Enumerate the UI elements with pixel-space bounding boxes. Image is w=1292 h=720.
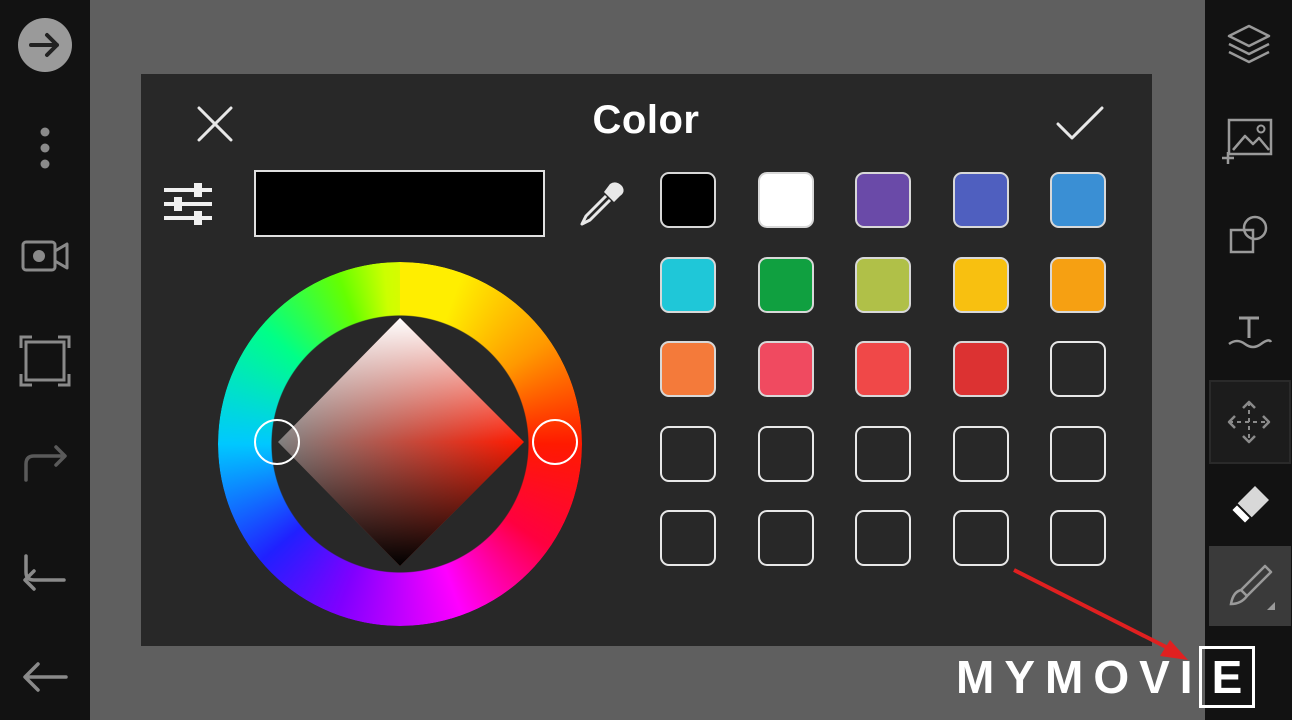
layers-icon[interactable]: [1223, 20, 1275, 72]
empty-swatch[interactable]: [1050, 510, 1106, 566]
color-wheel[interactable]: [218, 262, 582, 626]
color-swatch[interactable]: [757, 256, 814, 313]
empty-swatch[interactable]: [855, 510, 911, 566]
eraser-icon[interactable]: [1223, 480, 1275, 532]
arrow-right-circle-icon[interactable]: [16, 16, 74, 74]
back-arrow-icon[interactable]: [18, 652, 72, 702]
color-swatch[interactable]: [855, 172, 911, 228]
empty-swatch[interactable]: [1050, 425, 1106, 482]
confirm-check-icon[interactable]: [1054, 102, 1106, 146]
watermark-text: MYMOVI: [956, 651, 1203, 703]
color-swatch[interactable]: [1050, 172, 1106, 228]
move-icon[interactable]: [1223, 396, 1275, 448]
color-swatch[interactable]: [757, 341, 814, 397]
empty-swatch[interactable]: [660, 425, 716, 482]
color-swatch[interactable]: [660, 341, 716, 397]
brush-icon[interactable]: [1221, 558, 1279, 616]
saturation-value-diamond[interactable]: [218, 262, 582, 626]
adjust-sliders-icon[interactable]: [160, 180, 216, 228]
transform-copy-icon[interactable]: [1223, 210, 1275, 262]
empty-swatch[interactable]: [1050, 341, 1106, 397]
color-swatch[interactable]: [757, 172, 814, 228]
current-color-preview: [254, 170, 545, 237]
empty-swatch[interactable]: [757, 510, 814, 566]
empty-swatch[interactable]: [952, 425, 1009, 482]
color-swatch[interactable]: [952, 256, 1009, 313]
color-swatch[interactable]: [660, 172, 716, 228]
color-swatch[interactable]: [1050, 256, 1106, 313]
eyedropper-icon[interactable]: [576, 178, 628, 230]
empty-swatch[interactable]: [757, 425, 814, 482]
empty-swatch[interactable]: [660, 510, 716, 566]
watermark-boxed-letter: E: [1198, 646, 1256, 708]
hue-selector[interactable]: [532, 419, 578, 465]
undo-icon[interactable]: [18, 546, 72, 596]
empty-swatch[interactable]: [952, 510, 1009, 566]
video-record-icon[interactable]: [18, 234, 72, 278]
crop-frame-icon[interactable]: [18, 334, 72, 388]
color-swatch[interactable]: [855, 256, 911, 313]
color-swatch[interactable]: [855, 341, 911, 397]
color-swatch[interactable]: [660, 256, 716, 313]
redo-icon[interactable]: [18, 440, 72, 490]
color-swatch[interactable]: [952, 172, 1009, 228]
empty-swatch[interactable]: [855, 425, 911, 482]
watermark: MYMOVI E: [956, 646, 1256, 708]
text-tool-icon[interactable]: [1223, 310, 1275, 354]
color-swatch[interactable]: [952, 341, 1009, 397]
